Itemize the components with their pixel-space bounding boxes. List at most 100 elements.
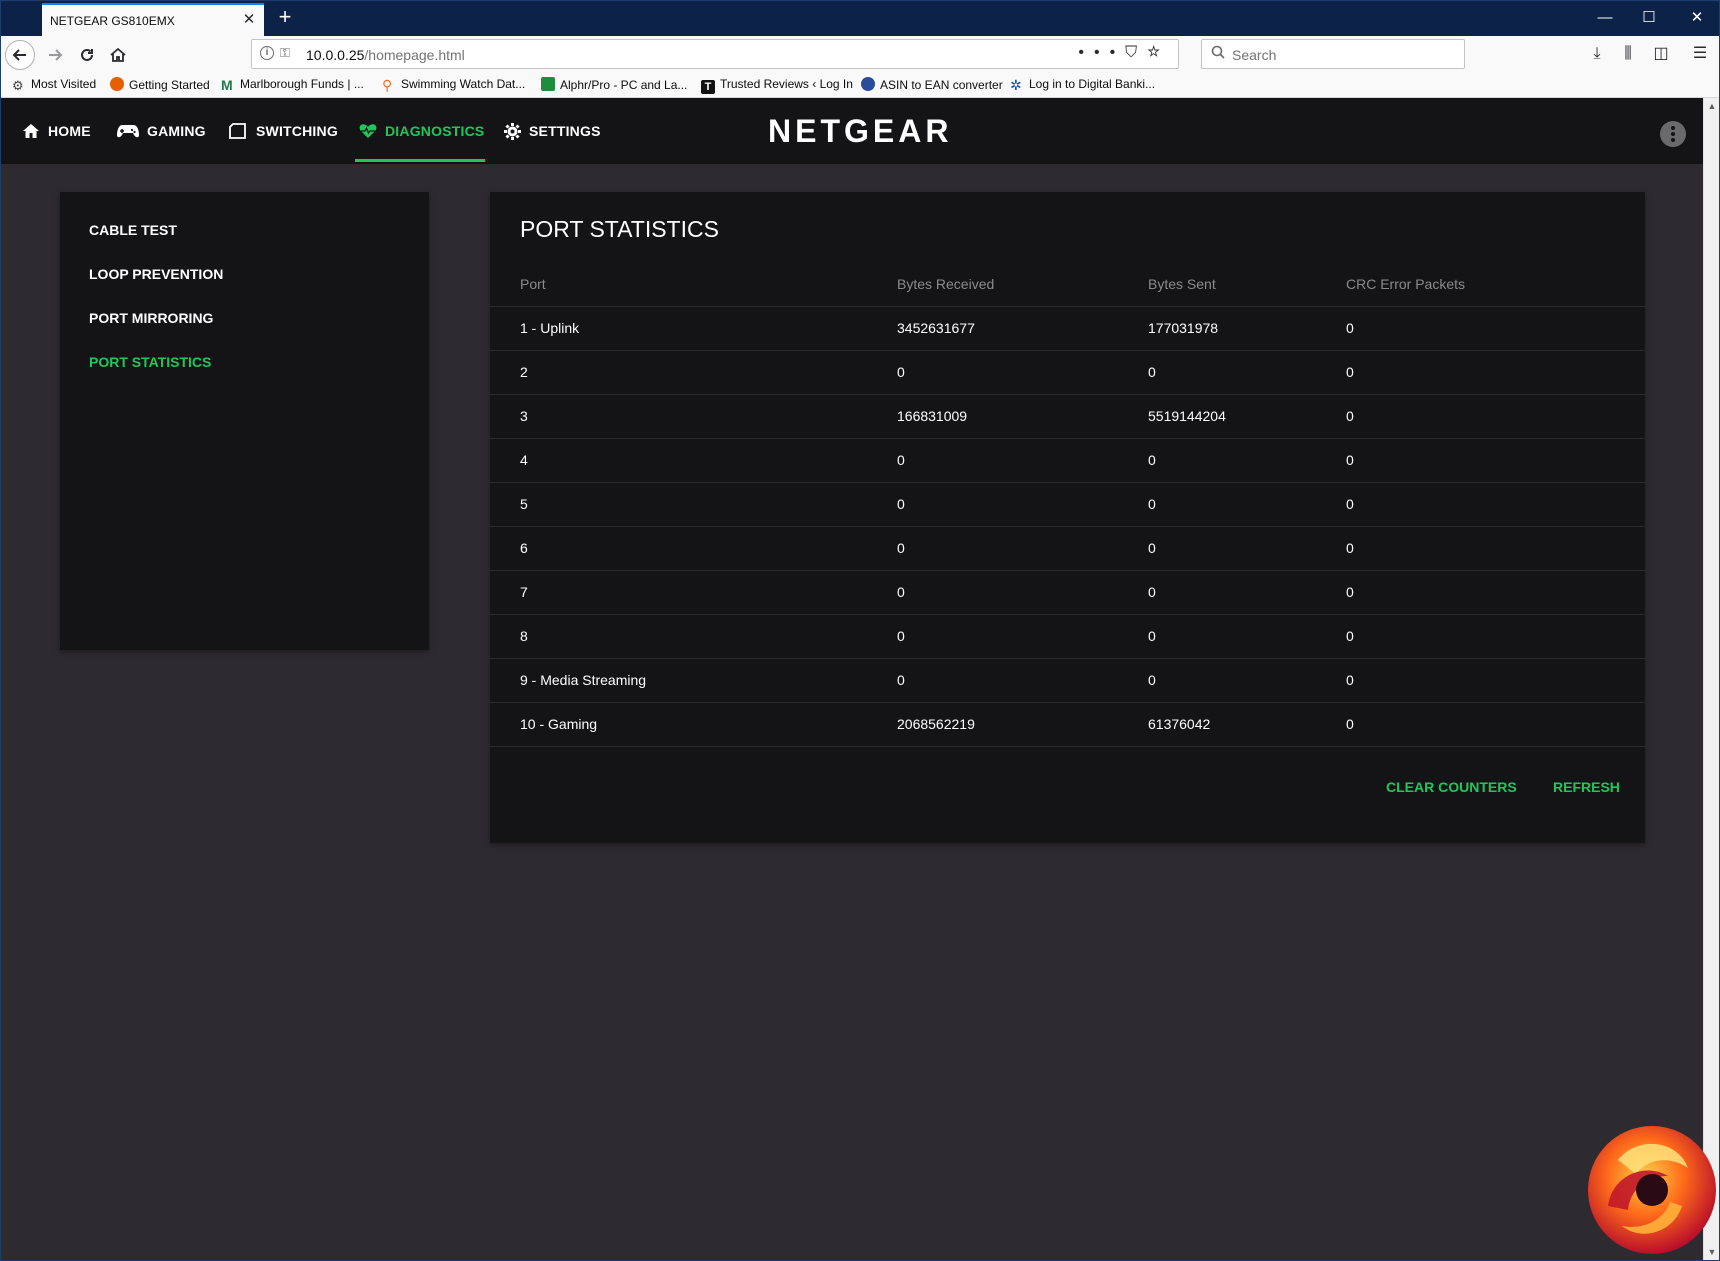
t-logo-icon: T: [701, 80, 715, 94]
bookmark-asin-ean[interactable]: ASIN to EAN converter: [861, 77, 1003, 95]
search-icon: [1211, 45, 1225, 59]
active-nav-indicator: [355, 159, 485, 162]
column-header-crc-errors: CRC Error Packets: [1346, 276, 1466, 292]
cell-crc-errors: 0: [1346, 540, 1354, 556]
search-bar[interactable]: Search: [1201, 39, 1465, 69]
hamburger-menu-icon[interactable]: ☰: [1688, 42, 1712, 66]
bookmark-getting-started[interactable]: Getting Started: [110, 77, 210, 95]
cell-crc-errors: 0: [1346, 628, 1354, 644]
sidebar-item-cable-test[interactable]: CABLE TEST: [89, 222, 177, 238]
table-bottom-divider: [490, 746, 1645, 747]
key-icon: ⚿: [280, 45, 290, 60]
globe-icon: [861, 77, 875, 91]
bookmark-marlborough[interactable]: M Marlborough Funds | ...: [221, 77, 364, 95]
page-actions-menu-icon[interactable]: •••: [1078, 44, 1125, 61]
bookmark-label: Alphr/Pro - PC and La...: [560, 78, 688, 92]
bookmark-label: ASIN to EAN converter: [880, 78, 1003, 92]
scroll-up-icon[interactable]: ▲: [1704, 98, 1720, 114]
nav-switching[interactable]: SWITCHING: [228, 98, 338, 164]
cell-crc-errors: 0: [1346, 496, 1354, 512]
browser-tab[interactable]: NETGEAR GS810EMX ✕: [42, 3, 264, 36]
cell-bytes-sent: 0: [1148, 496, 1156, 512]
cell-bytes-sent: 177031978: [1148, 320, 1219, 336]
table-row: 7 0 0 0: [490, 570, 1645, 614]
panel-title: PORT STATISTICS: [520, 216, 719, 242]
cell-bytes-received: 0: [897, 364, 905, 380]
cell-port: 1 - Uplink: [520, 320, 580, 336]
cell-crc-errors: 0: [1346, 408, 1354, 424]
watermark-logo: [1588, 1126, 1716, 1254]
gear-icon: ⚙: [12, 78, 24, 93]
sidebar-item-loop-prevention[interactable]: LOOP PREVENTION: [89, 266, 223, 282]
bookmark-label: Log in to Digital Banki...: [1029, 77, 1156, 91]
sheets-icon: [541, 77, 555, 91]
more-options-icon[interactable]: [1660, 121, 1686, 147]
cell-bytes-sent: 61376042: [1148, 716, 1211, 732]
home-icon: [23, 124, 39, 138]
new-tab-button[interactable]: +: [272, 4, 298, 30]
cell-port: 9 - Media Streaming: [520, 672, 647, 688]
bookmark-star-icon[interactable]: ☆: [1147, 44, 1170, 61]
downloads-icon[interactable]: ⤓: [1585, 42, 1609, 66]
bookmark-alphr[interactable]: Alphr/Pro - PC and La...: [541, 77, 687, 95]
maximize-button[interactable]: ☐: [1626, 0, 1672, 36]
clear-counters-button[interactable]: CLEAR COUNTERS: [1386, 779, 1517, 795]
cell-bytes-received: 0: [897, 452, 905, 468]
m-logo-icon: M: [221, 77, 233, 93]
bookmark-label: Most Visited: [31, 77, 97, 91]
table-row: 2 0 0 0: [490, 350, 1645, 394]
sidebar-item-port-mirroring[interactable]: PORT MIRRORING: [89, 310, 213, 326]
nav-gaming-label: GAMING: [147, 123, 206, 139]
url-bar[interactable]: i ⚿ 10.0.0.25/homepage.html •••⛉☆: [251, 39, 1179, 69]
back-button[interactable]: [5, 40, 35, 70]
forward-arrow-icon: [49, 49, 63, 61]
minimize-button[interactable]: —: [1582, 0, 1628, 36]
cell-bytes-sent: 5519144204: [1148, 408, 1226, 424]
nav-settings[interactable]: SETTINGS: [504, 98, 601, 164]
cell-crc-errors: 0: [1346, 320, 1354, 336]
cell-port: 5: [520, 496, 528, 512]
star-logo-icon: ✲: [1010, 77, 1022, 93]
cell-port: 7: [520, 584, 528, 600]
pocket-icon[interactable]: ⛉: [1125, 44, 1147, 61]
library-icon[interactable]: ⫼: [1616, 42, 1640, 66]
refresh-button[interactable]: REFRESH: [1553, 779, 1620, 795]
bookmark-swimming-watch[interactable]: ⚲ Swimming Watch Dat...: [382, 77, 525, 95]
bookmark-digital-banking[interactable]: ✲ Log in to Digital Banki...: [1010, 77, 1155, 95]
table-row: 9 - Media Streaming 0 0 0: [490, 658, 1645, 702]
app-header: HOME GAMING SWITCHING DIAGNOSTICS SETTIN…: [0, 98, 1703, 164]
cell-bytes-sent: 0: [1148, 672, 1156, 688]
nav-diagnostics[interactable]: DIAGNOSTICS: [359, 98, 484, 164]
sidebar-toggle-icon[interactable]: ◫: [1649, 42, 1673, 66]
switch-icon: [229, 123, 246, 139]
sidebar-item-port-statistics[interactable]: PORT STATISTICS: [89, 354, 211, 370]
column-header-bytes-sent: Bytes Sent: [1148, 276, 1216, 292]
cell-port: 3: [520, 408, 528, 424]
cell-port: 2: [520, 364, 528, 380]
firefox-icon: [110, 77, 124, 91]
cell-bytes-sent: 0: [1148, 584, 1156, 600]
reload-button[interactable]: [72, 40, 102, 70]
diagnostics-sidebar: CABLE TEST LOOP PREVENTION PORT MIRRORIN…: [60, 192, 429, 650]
table-row: 6 0 0 0: [490, 526, 1645, 570]
close-window-button[interactable]: ✕: [1674, 0, 1720, 36]
cell-crc-errors: 0: [1346, 716, 1354, 732]
table-row: 1 - Uplink 3452631677 177031978 0: [490, 306, 1645, 350]
bookmark-most-visited[interactable]: ⚙ Most Visited: [12, 77, 96, 95]
cell-port: 8: [520, 628, 528, 644]
bookmark-trusted-reviews[interactable]: T Trusted Reviews ‹ Log In: [701, 77, 853, 95]
nav-home[interactable]: HOME: [22, 98, 91, 164]
table-row: 10 - Gaming 2068562219 61376042 0: [490, 702, 1645, 746]
bookmark-label: Trusted Reviews ‹ Log In: [720, 77, 853, 91]
forward-button[interactable]: [40, 40, 70, 70]
cell-bytes-sent: 0: [1148, 540, 1156, 556]
nav-settings-label: SETTINGS: [529, 123, 601, 139]
home-button[interactable]: [103, 40, 133, 70]
page-scrollbar[interactable]: ▲ ▼: [1703, 98, 1719, 1260]
nav-gaming[interactable]: GAMING: [117, 98, 206, 164]
page-actions: •••⛉☆: [1078, 44, 1170, 62]
site-info-icon[interactable]: i: [260, 46, 274, 60]
bookmark-label: Marlborough Funds | ...: [240, 77, 364, 91]
tab-close-icon[interactable]: ✕: [240, 11, 258, 29]
cell-bytes-received: 3452631677: [897, 320, 975, 336]
